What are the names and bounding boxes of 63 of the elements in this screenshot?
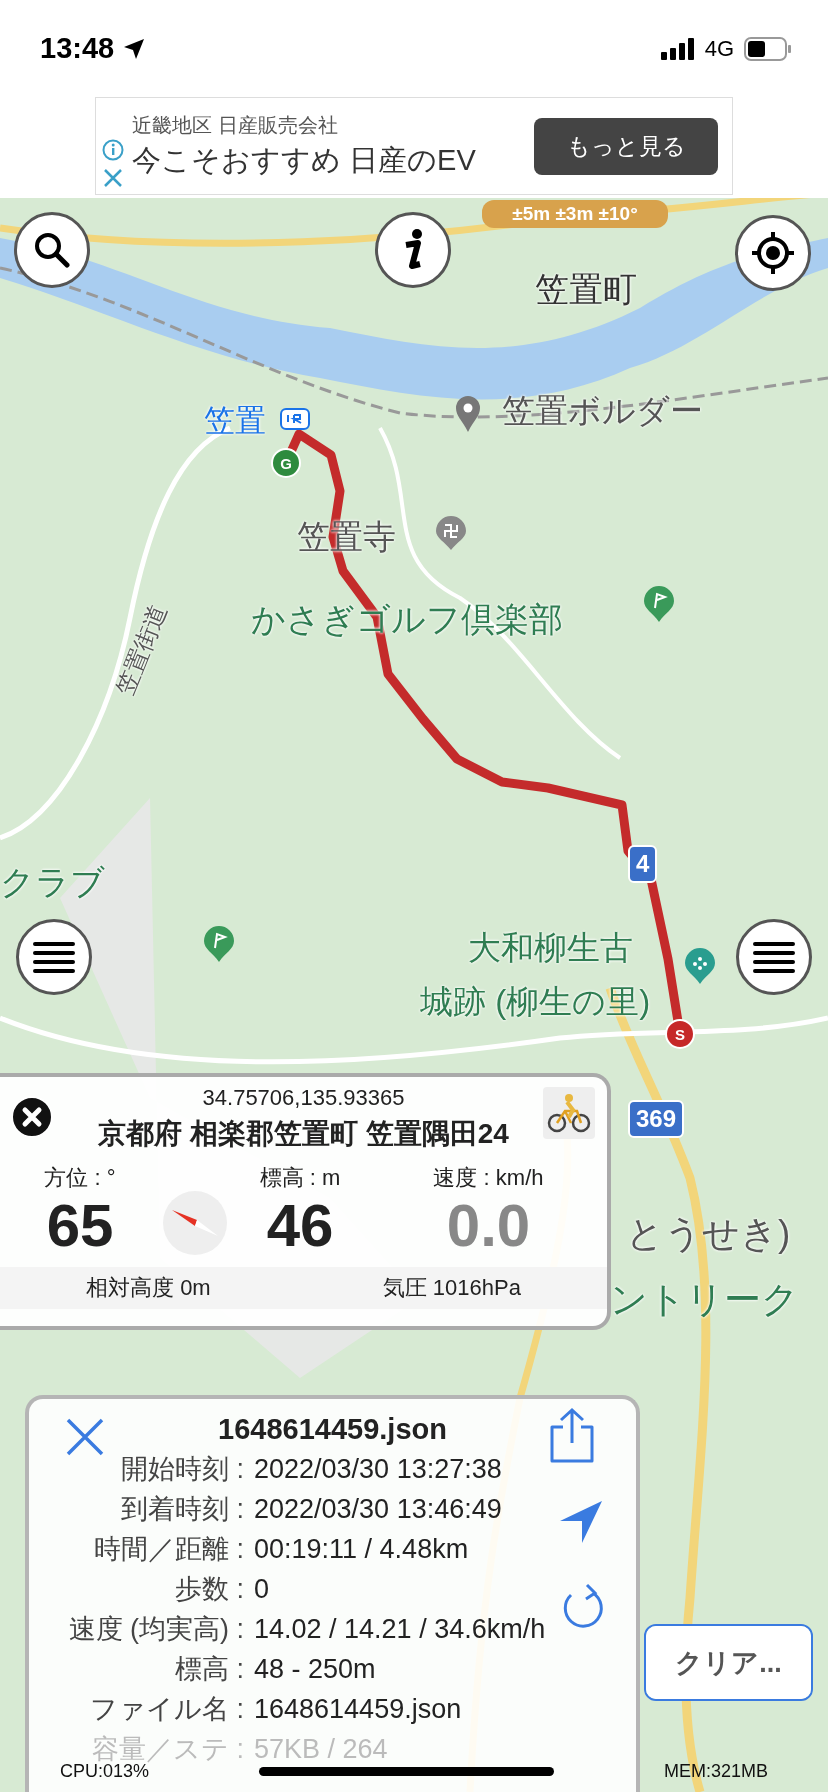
air-pressure: 気圧 1016hPa	[382, 1274, 521, 1302]
metric-value: 65	[46, 1193, 114, 1259]
map-pin-icon	[685, 948, 715, 984]
relative-altitude: 相対高度 0m	[86, 1274, 211, 1302]
metric-label: 速度 : km/h	[433, 1164, 544, 1192]
map-label: クラブ	[0, 865, 105, 899]
ad-advertiser: 近畿地区 日産販売会社	[132, 112, 339, 138]
metric-label: 標高 : m	[259, 1164, 341, 1192]
map-label: ントリーク	[610, 1281, 799, 1318]
route-shield: 4	[628, 845, 658, 883]
address: 京都府 相楽郡笠置町 笠置隅田24	[98, 1117, 509, 1151]
golf-pin-icon	[204, 926, 234, 962]
metric-value: 46	[266, 1193, 334, 1259]
field-value: 1648614459.json	[254, 1693, 462, 1726]
info-icon[interactable]	[102, 139, 124, 161]
map-label: 城跡 (柳生の里)	[420, 985, 651, 1018]
field-label: 時間／距離 :	[93, 1533, 244, 1566]
memory-usage: MEM:321MB	[663, 1760, 768, 1782]
golf-pin-icon	[644, 586, 674, 622]
compass-icon	[162, 1190, 228, 1256]
location-arrow-icon	[122, 36, 147, 61]
ad-headline: 今こそおすすめ 日産のEV	[132, 142, 477, 178]
signal-icon	[660, 37, 697, 60]
accuracy-badge: ±5m ±3m ±10°	[482, 200, 668, 228]
field-label: 標高 :	[174, 1653, 244, 1686]
field-value: 48 - 250m	[254, 1653, 376, 1686]
field-label: 到着時刻 :	[120, 1493, 244, 1526]
field-value: 0	[254, 1573, 270, 1606]
field-label: ファイル名 :	[89, 1693, 244, 1726]
field-value: 00:19:11 / 4.48km	[254, 1533, 469, 1566]
battery-icon	[744, 36, 792, 61]
metric-label: 方位 : °	[44, 1164, 116, 1192]
map-label: 大和柳生古	[468, 931, 633, 964]
field-value: 14.02 / 14.21 / 34.6km/h	[254, 1613, 546, 1646]
map-label: 笠置	[204, 405, 266, 436]
map-label: 笠置町	[535, 272, 637, 306]
search-icon	[32, 230, 72, 270]
cyclist-icon	[547, 1093, 591, 1133]
field-value: 2022/03/30 13:27:38	[254, 1453, 502, 1486]
field-label: 開始時刻 :	[120, 1453, 244, 1486]
map-pin-icon	[456, 396, 480, 432]
segment-button[interactable]: クリア...	[646, 1626, 811, 1699]
map-label: 笠置街道	[112, 601, 171, 699]
field-label: 歩数 :	[174, 1573, 244, 1606]
navigation-arrow-icon[interactable]	[558, 1499, 604, 1545]
field-value: 2022/03/30 13:46:49	[254, 1493, 502, 1526]
field-label: 速度 (均実高) :	[67, 1613, 244, 1646]
metric-value: 0.0	[446, 1193, 531, 1259]
crosshair-icon	[750, 230, 796, 276]
network-type: 4G	[704, 35, 734, 62]
clock-time: 13:48	[40, 32, 115, 65]
more-button[interactable]: もっと見る	[534, 117, 718, 175]
menu-icon	[33, 940, 75, 974]
menu-icon	[753, 940, 795, 974]
map-label: とうせき)	[626, 1215, 791, 1252]
route-shield: 369	[628, 1100, 685, 1138]
map-label: 笠置ボルダー	[502, 394, 703, 427]
station-icon	[280, 408, 310, 430]
coordinates: 34.75706,135.93365	[202, 1085, 405, 1111]
file-title: 1648614459.json	[217, 1413, 448, 1446]
field-value: 57KB / 264	[254, 1733, 388, 1766]
temple-icon	[436, 516, 466, 550]
share-icon[interactable]	[549, 1407, 595, 1463]
